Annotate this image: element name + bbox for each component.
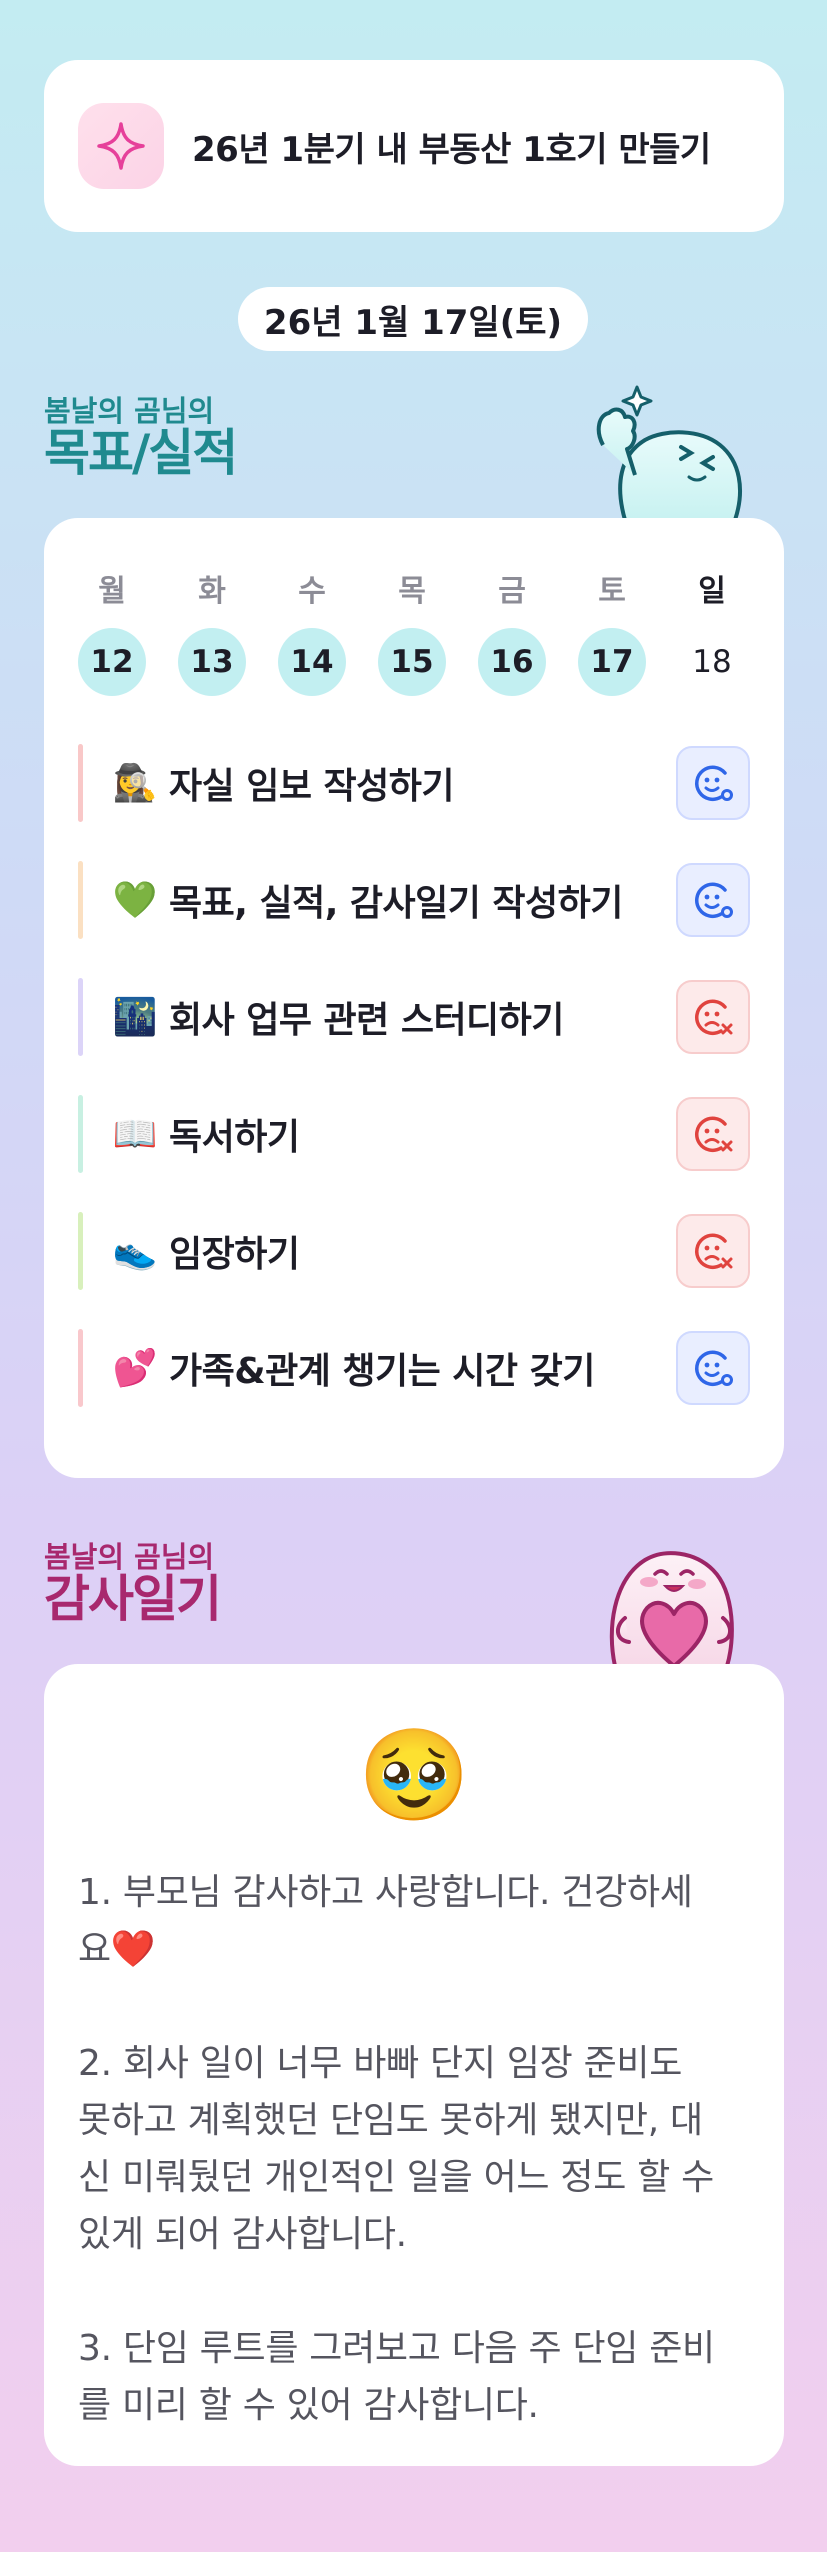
bear-waving-mascot — [596, 385, 742, 520]
task-color-bar — [78, 1095, 83, 1173]
gratitude-section-heading: 봄날의 곰님의 감사일기 — [44, 1540, 222, 1628]
gratitude-card: 🥹 1. 부모님 감사하고 사랑합니다. 건강하세 요❤️ 2. 회사 일이 너… — [44, 1664, 784, 2466]
date-pill: 26년 1월 17일(토) — [238, 287, 588, 351]
bear-heart-mascot — [609, 1551, 734, 1666]
task-label: 자실 임보 작성하기 — [169, 766, 455, 807]
goals-section-subtitle: 봄날의 곰님의 — [44, 394, 215, 428]
date-circle[interactable]: 17 — [578, 628, 646, 696]
task-emoji: 👟 — [112, 1231, 158, 1272]
task-row[interactable]: 👟 임장하기 — [78, 1212, 750, 1290]
gratitude-section-subtitle: 봄날의 곰님의 — [44, 1540, 215, 1574]
week-header: 월 화 수 목 금 토 일 12 13 14 15 16 17 18 — [78, 566, 750, 696]
status-done-icon[interactable] — [676, 863, 750, 937]
task-color-bar — [78, 744, 83, 822]
gratitude-section-title: 감사일기 — [44, 1570, 222, 1628]
gratitude-text: 1. 부모님 감사하고 사랑합니다. 건강하세 요❤️ 2. 회사 일이 너무 … — [78, 1872, 715, 2426]
task-emoji: 📖 — [112, 1114, 158, 1155]
day-name: 목 — [398, 574, 426, 609]
task-row[interactable]: 💚 목표, 실적, 감사일기 작성하기 — [78, 861, 750, 939]
status-missed-icon[interactable] — [676, 1097, 750, 1171]
task-row[interactable]: 💕 가족&관계 챙기는 시간 갖기 — [78, 1329, 750, 1407]
date-circle[interactable]: 16 — [478, 628, 546, 696]
goal-title: 26년 1분기 내 부동산 1호기 만들기 — [192, 129, 711, 170]
goals-card: 월 화 수 목 금 토 일 12 13 14 15 16 17 18 🕵️‍♀️… — [44, 518, 784, 1478]
task-row[interactable]: 🌃 회사 업무 관련 스터디하기 — [78, 978, 750, 1056]
goal-card: 26년 1분기 내 부동산 1호기 만들기 — [44, 60, 784, 232]
pleading-face-emoji: 🥹 — [357, 1723, 471, 1828]
sparkle-icon — [78, 103, 164, 189]
task-color-bar — [78, 1329, 83, 1407]
task-label: 임장하기 — [169, 1234, 300, 1275]
status-missed-icon[interactable] — [676, 1214, 750, 1288]
task-label: 회사 업무 관련 스터디하기 — [169, 1000, 564, 1041]
task-emoji: 🕵️‍♀️ — [112, 763, 158, 804]
day-name: 월 — [98, 574, 126, 609]
task-label: 독서하기 — [169, 1117, 300, 1158]
date-circle[interactable]: 18 — [678, 628, 746, 696]
task-color-bar — [78, 861, 83, 939]
date-circle[interactable]: 14 — [278, 628, 346, 696]
task-label: 가족&관계 챙기는 시간 갖기 — [169, 1351, 595, 1392]
task-emoji: 🌃 — [112, 997, 158, 1038]
day-name: 금 — [498, 574, 526, 609]
day-name: 토 — [598, 574, 626, 609]
task-emoji: 💚 — [112, 880, 158, 921]
task-label: 목표, 실적, 감사일기 작성하기 — [169, 883, 623, 924]
status-missed-icon[interactable] — [676, 980, 750, 1054]
day-name: 화 — [198, 574, 226, 609]
status-done-icon[interactable] — [676, 746, 750, 820]
date-circle[interactable]: 15 — [378, 628, 446, 696]
task-color-bar — [78, 1212, 83, 1290]
task-row[interactable]: 📖 독서하기 — [78, 1095, 750, 1173]
goals-section-title: 목표/실적 — [44, 424, 238, 482]
day-name: 수 — [298, 574, 326, 609]
date-circle[interactable]: 13 — [178, 628, 246, 696]
task-color-bar — [78, 978, 83, 1056]
goals-section-heading: 봄날의 곰님의 목표/실적 — [44, 394, 238, 482]
task-row[interactable]: 🕵️‍♀️ 자실 임보 작성하기 — [78, 744, 750, 822]
status-done-icon[interactable] — [676, 1331, 750, 1405]
task-emoji: 💕 — [112, 1348, 158, 1389]
day-name: 일 — [698, 574, 726, 609]
date-circle[interactable]: 12 — [78, 628, 146, 696]
